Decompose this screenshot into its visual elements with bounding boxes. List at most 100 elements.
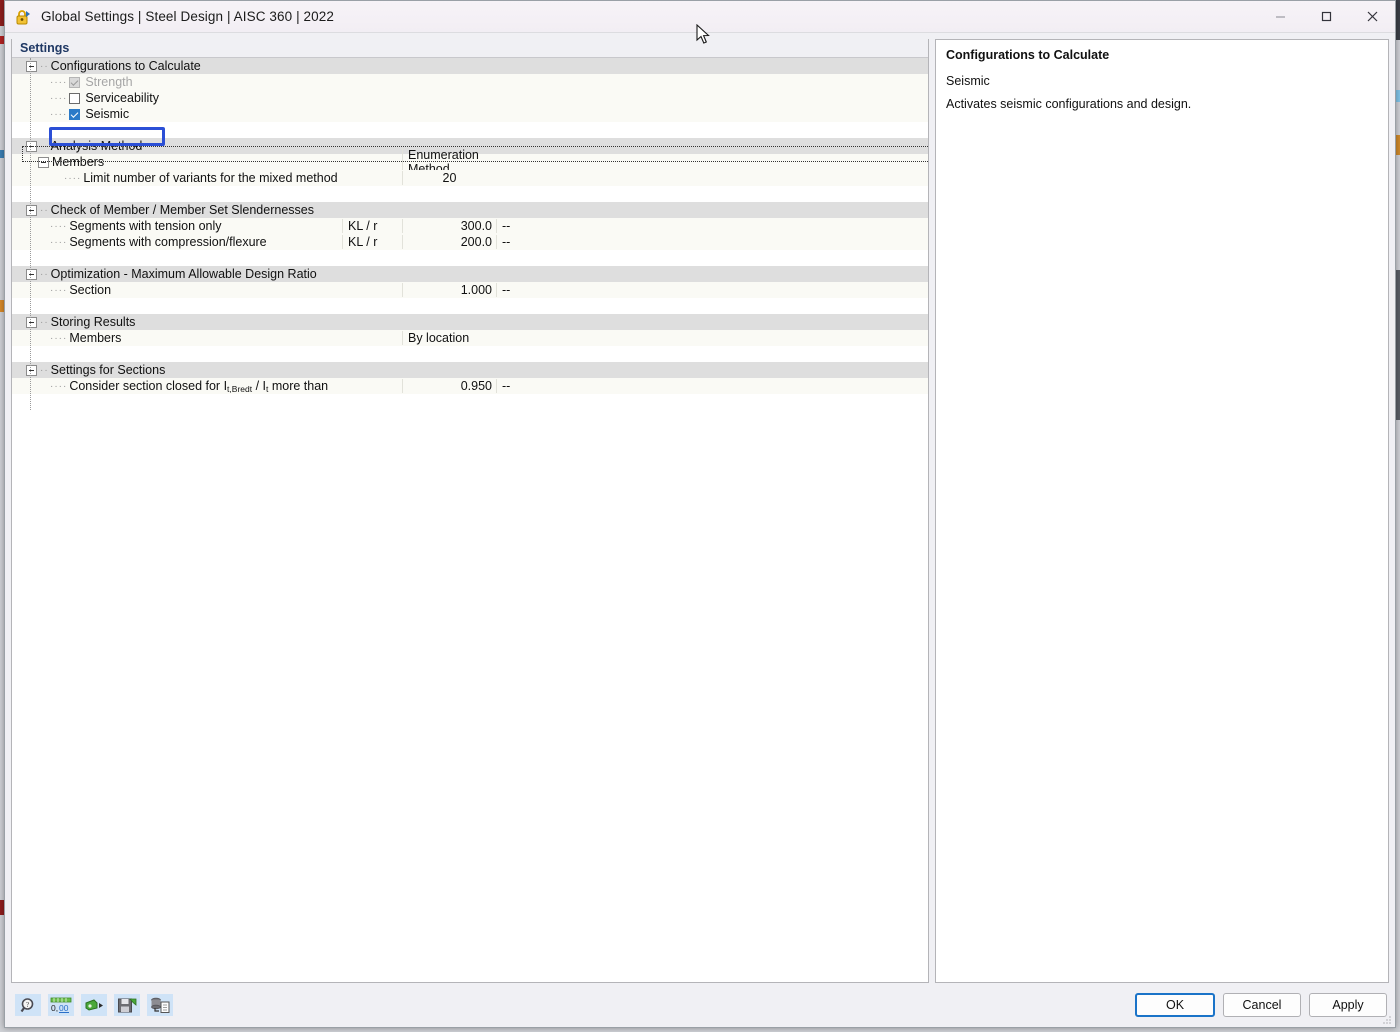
- svg-text:00: 00: [59, 1003, 69, 1013]
- row-spacer: [12, 250, 928, 266]
- row-suffix-cell: --: [496, 219, 928, 233]
- row-value-cell[interactable]: 0.950: [402, 379, 496, 393]
- dialog-client-area: Settings ··Configurations to Calculate··…: [5, 33, 1395, 1027]
- tree-guide-line: [30, 58, 32, 410]
- settings-row[interactable]: ···· Strength: [12, 74, 928, 90]
- tree-guide-dots: ····: [50, 221, 67, 232]
- window-title: Global Settings | Steel Design | AISC 36…: [41, 9, 334, 24]
- close-button[interactable]: [1349, 1, 1395, 32]
- info-panel-description: Activates seismic configurations and des…: [946, 96, 1378, 114]
- group-header-row[interactable]: ··Optimization - Maximum Allowable Desig…: [12, 266, 928, 282]
- dialog-buttons: OK Cancel Apply: [1135, 993, 1387, 1017]
- settings-row[interactable]: ····Segments with compression/flexure KL …: [12, 234, 928, 250]
- tree-guide-dots: ··: [40, 317, 49, 328]
- resize-grip[interactable]: [1382, 1015, 1392, 1025]
- checkbox-serviceability[interactable]: [69, 93, 80, 104]
- help-search-icon[interactable]: ?: [15, 994, 41, 1016]
- tree-guide-dots: ····: [50, 77, 67, 88]
- svg-text:0,: 0,: [51, 1003, 58, 1013]
- row-label: Members: [52, 155, 104, 169]
- tree-guide-dots: ····: [50, 109, 67, 120]
- row-label: Segments with compression/flexure: [69, 235, 266, 249]
- row-spacer: [12, 346, 928, 362]
- row-label: Limit number of variants for the mixed m…: [83, 171, 337, 185]
- row-label: Strength: [85, 75, 132, 89]
- save-settings-icon[interactable]: [114, 994, 140, 1016]
- tree-guide-dots: ··: [40, 141, 49, 152]
- row-spacer: [12, 186, 928, 202]
- row-suffix-cell: --: [496, 283, 928, 297]
- row-spacer: [12, 122, 928, 138]
- row-value-cell[interactable]: By location: [402, 331, 496, 345]
- settings-row[interactable]: ···· Serviceability: [12, 90, 928, 106]
- row-value-cell[interactable]: 20: [402, 171, 496, 185]
- tree-guide-dots: ··: [40, 61, 49, 72]
- number-format-icon[interactable]: 0, 00: [48, 994, 74, 1016]
- global-settings-dialog: Global Settings | Steel Design | AISC 36…: [4, 0, 1396, 1028]
- group-label: Analysis Method: [51, 139, 143, 153]
- tree-guide-dots: ··: [40, 269, 49, 280]
- row-label: Section: [69, 283, 111, 297]
- settings-header: Settings: [12, 39, 928, 58]
- tree-guide-dots: ····: [50, 285, 67, 296]
- apply-button[interactable]: Apply: [1309, 993, 1387, 1017]
- tree-guide-dots: ····: [50, 237, 67, 248]
- toolbar-icons: ? 0, 00: [15, 994, 173, 1016]
- settings-row[interactable]: ····Members By location: [12, 330, 928, 346]
- row-spacer: [12, 298, 928, 314]
- group-label: Storing Results: [51, 315, 136, 329]
- settings-row[interactable]: ····Segments with tension only KL / r300.…: [12, 218, 928, 234]
- tree-guide-dots: ··: [40, 205, 49, 216]
- group-label: Check of Member / Member Set Slenderness…: [51, 203, 314, 217]
- group-header-row[interactable]: ··Check of Member / Member Set Slenderne…: [12, 202, 928, 218]
- settings-tree[interactable]: ··Configurations to Calculate····Strengt…: [12, 58, 928, 982]
- maximize-button[interactable]: [1303, 1, 1349, 32]
- row-label: Seismic: [85, 107, 129, 121]
- tree-guide-dots: ····: [64, 173, 81, 184]
- info-panel: Configurations to Calculate Seismic Acti…: [935, 39, 1389, 983]
- row-label: Serviceability: [85, 91, 159, 105]
- lock-settings-icon: [13, 7, 33, 27]
- group-header-row[interactable]: ··Configurations to Calculate: [12, 58, 928, 74]
- ok-button[interactable]: OK: [1135, 993, 1215, 1017]
- group-header-row[interactable]: ··Settings for Sections: [12, 362, 928, 378]
- checkbox-seismic[interactable]: [69, 109, 80, 120]
- row-unit-cell: KL / r: [342, 235, 402, 249]
- bottom-bar: ? 0, 00: [5, 983, 1395, 1027]
- row-suffix-cell: --: [496, 235, 928, 249]
- group-label: Optimization - Maximum Allowable Design …: [51, 267, 317, 281]
- group-label: Configurations to Calculate: [51, 59, 201, 73]
- row-value-cell[interactable]: 200.0: [402, 235, 496, 249]
- info-panel-title: Configurations to Calculate: [946, 48, 1378, 62]
- row-suffix-cell: --: [496, 379, 928, 393]
- settings-row[interactable]: ····Section 1.000--: [12, 282, 928, 298]
- svg-text:?: ?: [25, 1001, 28, 1009]
- settings-row[interactable]: MembersEnumeration Method: [12, 154, 928, 170]
- settings-row[interactable]: ····Consider section closed for It,Bredt…: [12, 378, 928, 394]
- settings-row[interactable]: ····Limit number of variants for the mix…: [12, 170, 928, 186]
- row-value-cell[interactable]: 1.000: [402, 283, 496, 297]
- row-label: Segments with tension only: [69, 219, 221, 233]
- row-label: Members: [69, 331, 121, 345]
- collapse-expander-icon[interactable]: [38, 157, 49, 168]
- tree-guide-dots: ··: [40, 365, 49, 376]
- checkbox-strength: [69, 77, 80, 88]
- tree-guide-dots: ····: [50, 381, 67, 392]
- row-label: Consider section closed for It,Bredt / I…: [69, 379, 328, 394]
- tree-guide-dots: ····: [50, 93, 67, 104]
- minimize-button[interactable]: [1257, 1, 1303, 32]
- group-header-row[interactable]: ··Storing Results: [12, 314, 928, 330]
- tree-guide-dots: ····: [50, 333, 67, 344]
- import-settings-icon[interactable]: [81, 994, 107, 1016]
- group-label: Settings for Sections: [51, 363, 166, 377]
- cancel-button[interactable]: Cancel: [1223, 993, 1301, 1017]
- row-value-cell[interactable]: 300.0: [402, 219, 496, 233]
- title-bar: Global Settings | Steel Design | AISC 36…: [5, 1, 1395, 33]
- copy-database-icon[interactable]: [147, 994, 173, 1016]
- panes-container: Settings ··Configurations to Calculate··…: [5, 33, 1395, 983]
- settings-row[interactable]: ···· Seismic: [12, 106, 928, 122]
- info-panel-subject: Seismic: [946, 74, 1378, 88]
- row-unit-cell: KL / r: [342, 219, 402, 233]
- settings-tree-pane[interactable]: Settings ··Configurations to Calculate··…: [11, 39, 929, 983]
- window-controls: [1257, 1, 1395, 32]
